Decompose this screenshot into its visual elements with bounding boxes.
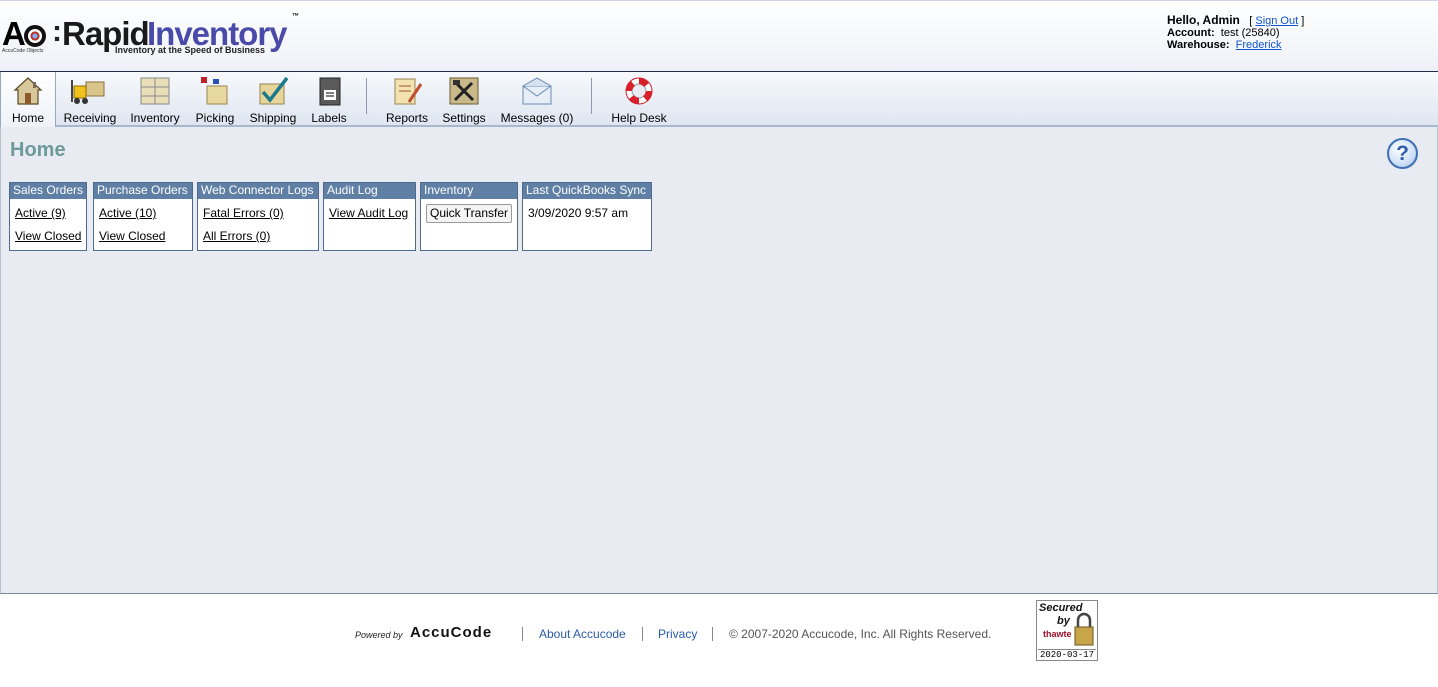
warehouse-label: Warehouse: [1167, 39, 1230, 51]
house-icon [13, 77, 43, 105]
sales-orders-header: Sales Orders [10, 183, 86, 199]
printer-icon [319, 77, 341, 106]
footer-divider [522, 627, 523, 641]
view-audit-log-link[interactable]: View Audit Log [329, 206, 408, 220]
toolbar-labels[interactable]: Labels [306, 72, 352, 125]
forklift-icon [71, 80, 105, 104]
lifebuoy-icon [625, 77, 653, 105]
toolbar-settings[interactable]: Settings [438, 72, 490, 125]
seal-date: 2020-03-17 [1038, 649, 1096, 660]
toolbar-labels-label: Labels [311, 111, 347, 125]
inventory-header: Inventory [421, 183, 517, 199]
inventory-panel: Inventory Quick Transfer [420, 182, 518, 251]
audit-log-header: Audit Log [324, 183, 415, 199]
toolbar-separator [591, 78, 592, 114]
toolbar-picking-label: Picking [195, 111, 235, 125]
toolbar-receiving-label: Receiving [63, 111, 117, 125]
purchase-orders-panel: Purchase Orders Active (10) View Closed [93, 182, 193, 251]
main-content: Home ? Sales Orders Active (9) View Clos… [0, 127, 1438, 594]
account-value: test (25840) [1220, 27, 1280, 39]
account-label: Account: [1167, 27, 1215, 39]
logo-colon: : [52, 15, 62, 48]
toolbar-help-desk-label: Help Desk [611, 111, 667, 125]
web-connector-logs-header: Web Connector Logs [198, 183, 318, 199]
signout-wrapper: [ Sign Out ] [1249, 15, 1304, 27]
warehouse-line: Warehouse: Frederick [1167, 39, 1427, 51]
seal-by-text: by [1057, 615, 1070, 627]
tools-icon [449, 77, 479, 105]
powered-by-text: Powered by [355, 630, 403, 640]
help-icon[interactable]: ? [1387, 138, 1418, 169]
last-sync-timestamp: 3/09/2020 9:57 am [528, 206, 629, 220]
fatal-errors-link[interactable]: Fatal Errors (0) [203, 206, 284, 220]
purchase-orders-active-link[interactable]: Active (10) [99, 206, 156, 220]
page-title: Home [10, 139, 66, 161]
all-errors-link[interactable]: All Errors (0) [203, 229, 270, 243]
padlock-icon [1074, 612, 1094, 646]
greeting: Hello, Admin [1167, 13, 1240, 27]
seal-thawte-text: thawte [1043, 629, 1072, 639]
purchase-orders-header: Purchase Orders [94, 183, 192, 199]
toolbar-reports-label: Reports [385, 111, 429, 125]
checked-box-icon [259, 76, 289, 105]
footer-divider [712, 627, 713, 641]
toolbar-home[interactable]: Home [0, 72, 56, 127]
accucode-logo: AccuCode [410, 624, 493, 641]
footer-divider [642, 627, 643, 641]
user-info: Hello, Admin [ Sign Out ] Account: test … [1167, 13, 1427, 51]
shelves-icon [140, 77, 170, 105]
sales-orders-panel: Sales Orders Active (9) View Closed [9, 182, 87, 251]
web-connector-logs-panel: Web Connector Logs Fatal Errors (0) All … [197, 182, 319, 251]
account-line: Account: test (25840) [1167, 27, 1427, 39]
main-toolbar: Home Receiving Inventory Picking Shippin… [0, 72, 1438, 127]
sign-out-link[interactable]: Sign Out [1255, 15, 1298, 27]
app-header: A : Rapid Inventory ™ Inventory at the S… [0, 0, 1438, 72]
thawte-secured-seal[interactable]: Secured by thawte 2020-03-17 [1036, 600, 1098, 661]
box-icon [201, 77, 228, 105]
sales-orders-view-closed-link[interactable]: View Closed [15, 229, 81, 243]
signout-open-bracket: [ [1249, 15, 1253, 27]
toolbar-inventory-label: Inventory [130, 111, 180, 125]
sales-orders-active-link[interactable]: Active (9) [15, 206, 66, 220]
toolbar-help-desk[interactable]: Help Desk [606, 72, 672, 125]
toolbar-reports[interactable]: Reports [382, 72, 432, 125]
logo-subtext: AccuCode Objects [2, 48, 44, 54]
last-quickbooks-sync-header: Last QuickBooks Sync [523, 183, 651, 199]
toolbar-separator [366, 78, 367, 114]
toolbar-receiving[interactable]: Receiving [60, 72, 120, 125]
envelope-icon [522, 77, 552, 105]
signout-close-bracket: ] [1301, 15, 1305, 27]
toolbar-shipping[interactable]: Shipping [246, 72, 300, 125]
toolbar-picking[interactable]: Picking [190, 72, 240, 125]
toolbar-settings-label: Settings [442, 111, 486, 125]
toolbar-shipping-label: Shipping [249, 111, 297, 125]
quick-transfer-button[interactable]: Quick Transfer [426, 204, 513, 223]
toolbar-inventory[interactable]: Inventory [126, 72, 184, 125]
last-quickbooks-sync-panel: Last QuickBooks Sync 3/09/2020 9:57 am [522, 182, 652, 251]
privacy-link[interactable]: Privacy [658, 627, 697, 641]
toolbar-messages-label: Messages (0) [500, 111, 574, 125]
warehouse-link[interactable]: Frederick [1236, 39, 1282, 51]
audit-log-panel: Audit Log View Audit Log [323, 182, 416, 251]
toolbar-home-label: Home [11, 111, 44, 125]
about-accucode-link[interactable]: About Accucode [539, 627, 626, 641]
report-icon [394, 78, 423, 105]
copyright-text: © 2007-2020 Accucode, Inc. All Rights Re… [729, 627, 992, 641]
rapid-inventory-logo[interactable]: A : Rapid Inventory ™ Inventory at the S… [2, 11, 302, 57]
logo-trademark: ™ [292, 13, 299, 20]
toolbar-messages[interactable]: Messages (0) [496, 72, 578, 125]
page-footer: Powered by AccuCode About Accucode Priva… [0, 594, 1438, 687]
purchase-orders-view-closed-link[interactable]: View Closed [99, 229, 165, 243]
logo-tagline: Inventory at the Speed of Business [115, 45, 266, 55]
